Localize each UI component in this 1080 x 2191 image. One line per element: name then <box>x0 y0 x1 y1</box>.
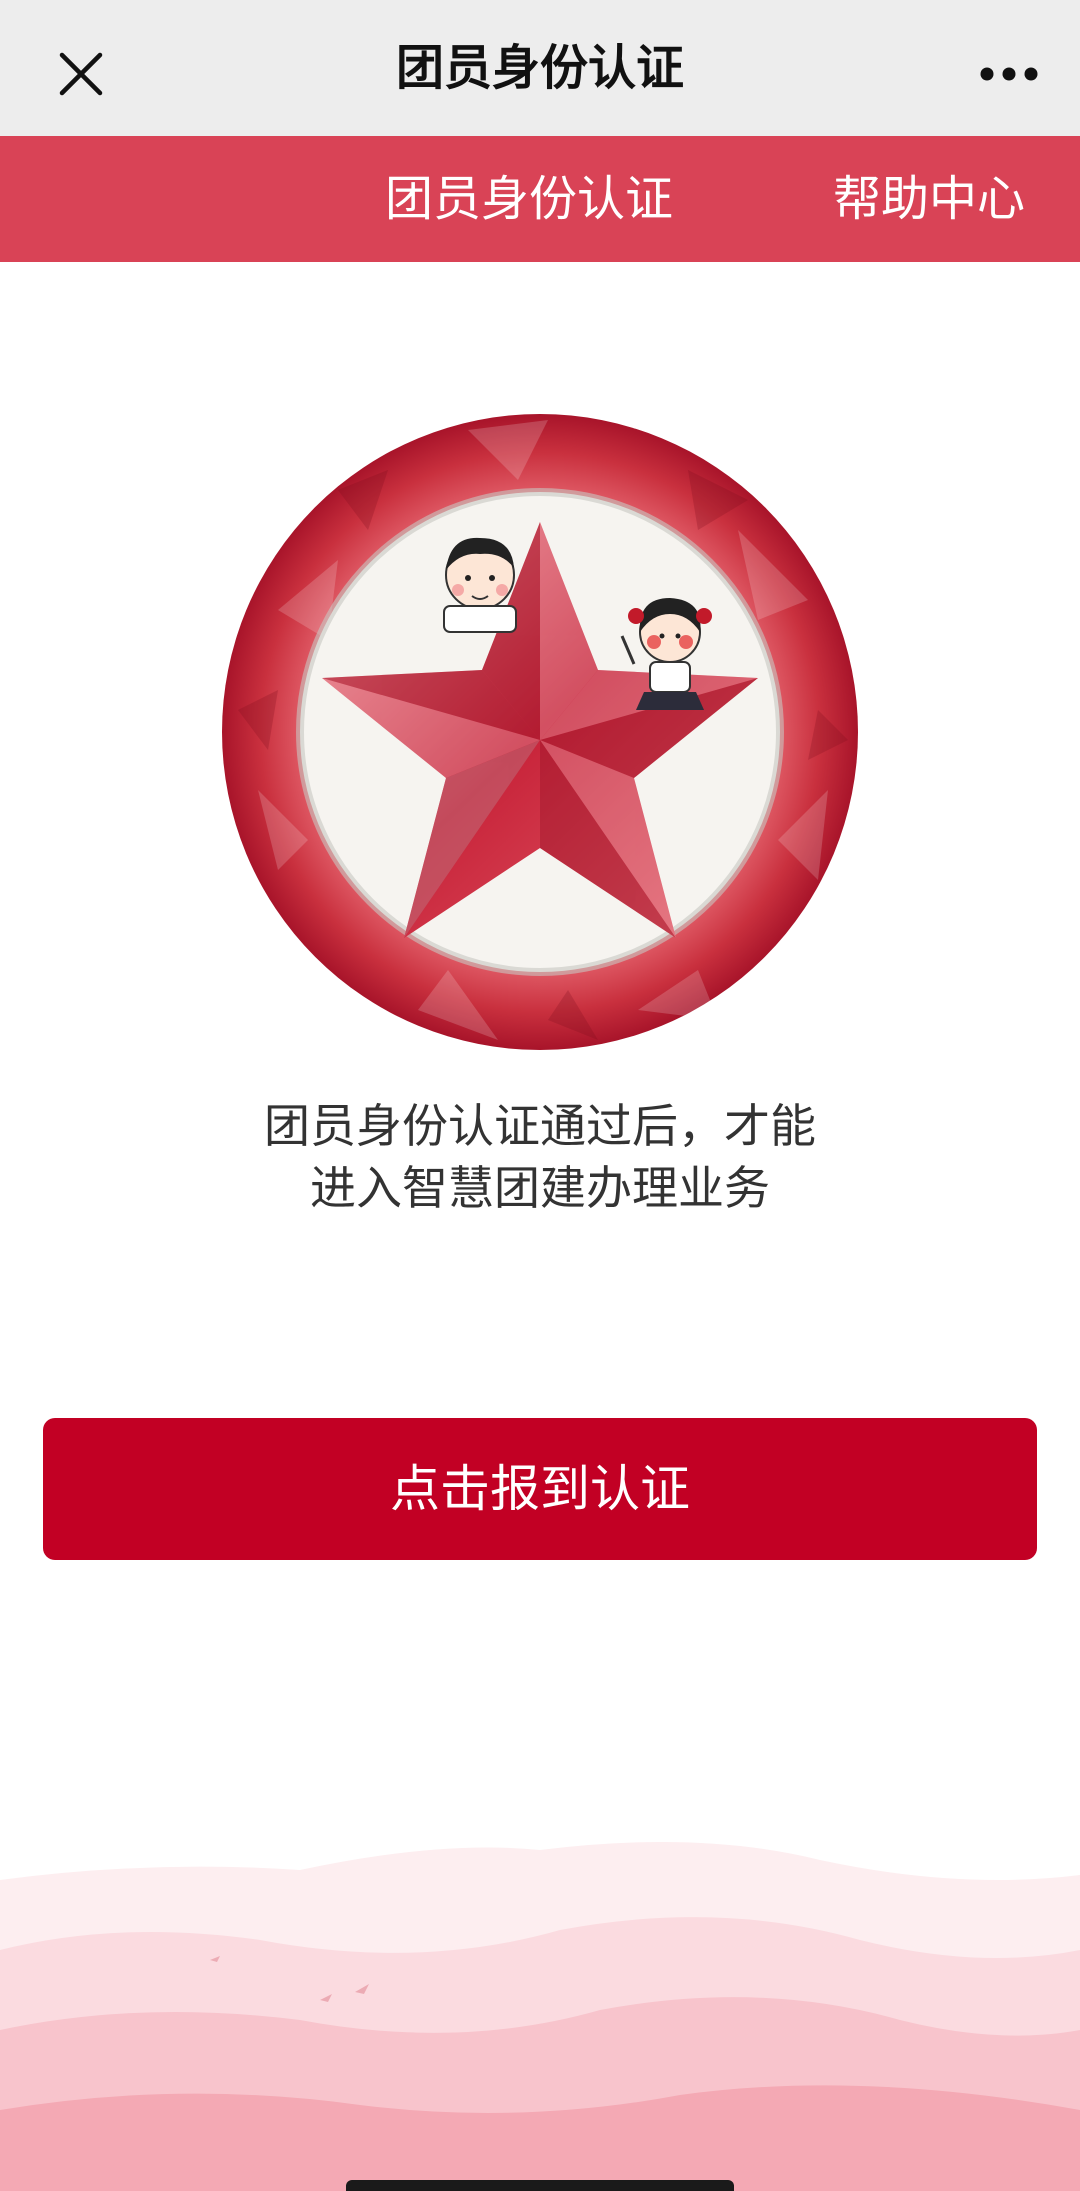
tab-bar: 团员身份认证 帮助中心 <box>0 136 1080 262</box>
screen: 团员身份认证 团员身份认证 帮助中心 团员身份认证通过后，才能 进入智慧团建办理… <box>0 0 1080 2191</box>
tab-help-center[interactable]: 帮助中心 <box>833 136 1025 262</box>
home-indicator <box>346 2180 734 2191</box>
more-button[interactable] <box>968 33 1050 115</box>
close-button[interactable] <box>40 33 122 115</box>
close-icon <box>59 52 103 96</box>
nav-bar: 团员身份认证 <box>0 0 1080 136</box>
hills-background <box>0 1842 1080 2191</box>
youth-league-emblem <box>222 414 858 1050</box>
boy-character <box>443 537 517 633</box>
description-line-1: 团员身份认证通过后，才能 <box>264 1099 816 1153</box>
auth-description: 团员身份认证通过后，才能 进入智慧团建办理业务 <box>140 1095 940 1219</box>
more-dots-icon <box>980 67 1038 81</box>
description-line-2: 进入智慧团建办理业务 <box>310 1161 770 1215</box>
register-auth-button[interactable]: 点击报到认证 <box>43 1418 1037 1560</box>
page-title: 团员身份认证 <box>395 40 684 96</box>
tab-member-auth[interactable]: 团员身份认证 <box>385 136 673 262</box>
